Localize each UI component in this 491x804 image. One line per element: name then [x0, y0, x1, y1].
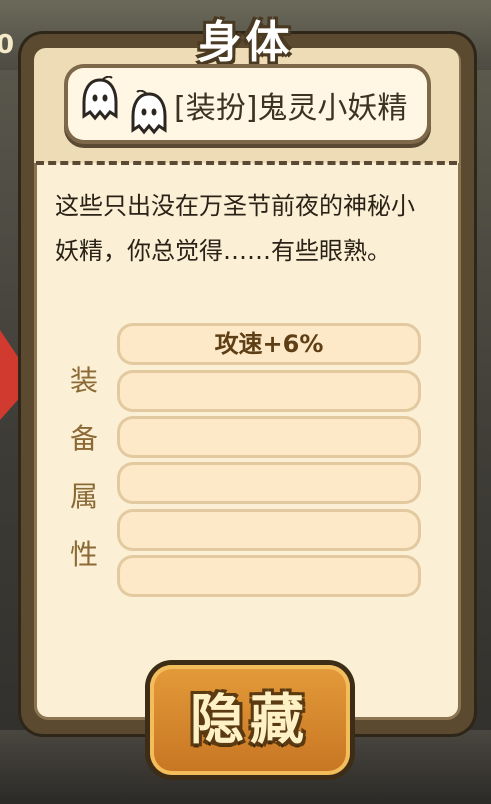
- ghost-icon: [82, 76, 118, 121]
- attribute-slot: [120, 465, 418, 501]
- attribute-slot: [120, 558, 418, 594]
- hide-button-label: 隐藏: [190, 688, 310, 751]
- item-name: [装扮]鬼灵小妖精: [174, 91, 408, 126]
- attr-label-char: 属: [69, 480, 98, 513]
- attribute-slot: 攻速+6%: [120, 326, 418, 362]
- dialog-title: 身体: [197, 17, 294, 68]
- attribute-slot: [120, 419, 418, 455]
- ghost-icon: [131, 90, 167, 135]
- attr-label-char: 性: [69, 538, 98, 571]
- attr-label-char: 装: [69, 364, 98, 397]
- attribute-slot: [120, 373, 418, 409]
- hide-button[interactable]: 隐藏: [150, 665, 350, 775]
- attribute-slot: [120, 512, 418, 548]
- attr-label-char: 备: [69, 422, 98, 455]
- equip-attributes-label: 装 备 属 性: [64, 352, 104, 584]
- item-description: 这些只出没在万圣节前夜的神秘小妖精，你总觉得……有些眼熟。: [55, 192, 415, 265]
- divider: [36, 161, 457, 165]
- attribute-slot-text: 攻速+6%: [214, 330, 324, 358]
